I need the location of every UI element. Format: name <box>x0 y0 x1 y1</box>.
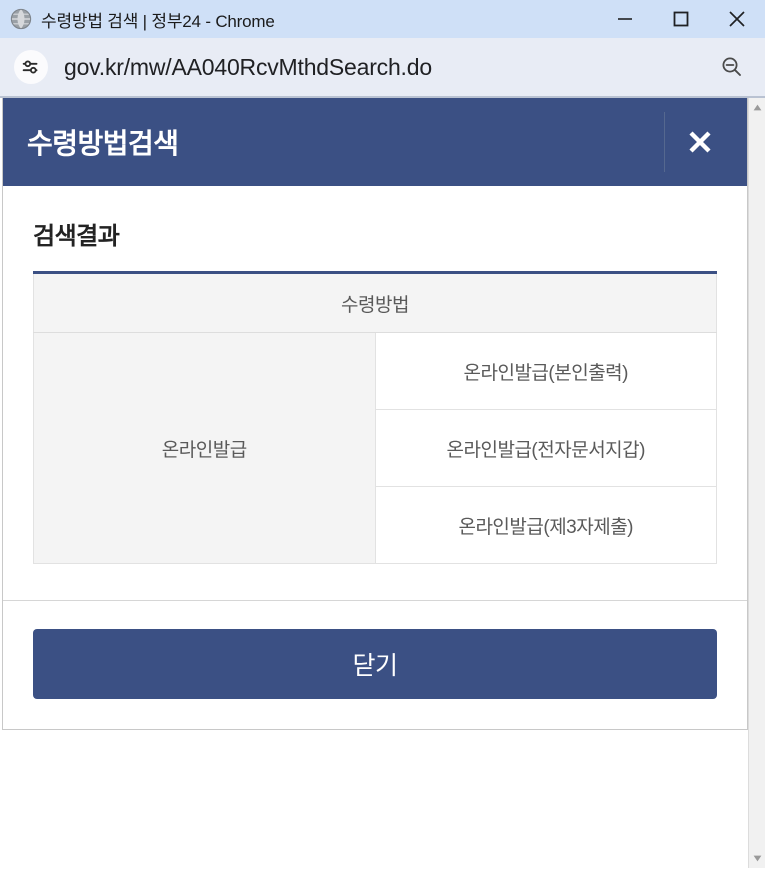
method-cell[interactable]: 온라인발급(본인출력) <box>374 332 717 410</box>
page-viewport: 수령방법검색 검색결과 수령방법 온라인발급 온라인발급(본인출력) 온라인발급… <box>0 98 765 868</box>
method-cell[interactable]: 온라인발급(제3자제출) <box>374 486 717 564</box>
window-controls <box>597 0 765 38</box>
site-settings-button[interactable] <box>14 50 48 84</box>
zoom-out-button[interactable] <box>715 50 749 84</box>
tab-title: 수령방법 검색 | 정부24 - Chrome <box>41 11 275 31</box>
close-x-icon <box>689 131 711 153</box>
receive-method-search-modal: 수령방법검색 검색결과 수령방법 온라인발급 온라인발급(본인출력) 온라인발급… <box>2 98 748 730</box>
method-cell[interactable]: 온라인발급(전자문서지갑) <box>374 409 717 487</box>
table-header-row: 수령방법 <box>33 272 717 333</box>
modal-title: 수령방법검색 <box>27 128 179 159</box>
maximize-icon <box>673 11 689 27</box>
scroll-down-button[interactable] <box>749 850 765 867</box>
modal-footer: 닫기 <box>3 601 747 729</box>
modal-close-button[interactable] <box>671 98 729 186</box>
omnibox-strip: gov.kr/mw/AA040RcvMthdSearch.do <box>0 38 765 98</box>
url-input[interactable]: gov.kr/mw/AA040RcvMthdSearch.do <box>64 54 715 81</box>
minimize-icon <box>618 18 632 20</box>
scroll-down-arrow-icon <box>753 855 761 862</box>
modal-body: 검색결과 수령방법 온라인발급 온라인발급(본인출력) 온라인발급(전자문서지갑… <box>3 186 747 601</box>
table-body: 온라인발급 온라인발급(본인출력) 온라인발급(전자문서지갑) 온라인발급(제3… <box>33 332 717 564</box>
globe-icon <box>10 8 32 30</box>
browser-titlebar: 수령방법 검색 | 정부24 - Chrome <box>0 0 765 38</box>
window-close-button[interactable] <box>709 0 765 38</box>
window-maximize-button[interactable] <box>653 0 709 38</box>
window-minimize-button[interactable] <box>597 0 653 38</box>
vertical-scrollbar[interactable] <box>748 98 765 868</box>
table-head: 수령방법 <box>33 272 717 333</box>
modal-header: 수령방법검색 <box>3 98 747 186</box>
browser-window: 수령방법 검색 | 정부24 - Chrome gov.kr/mw/AA040R… <box>0 0 765 870</box>
modal-header-divider <box>664 112 665 172</box>
tune-sliders-icon <box>22 60 38 74</box>
scroll-up-arrow-icon <box>753 104 761 111</box>
scroll-up-button[interactable] <box>749 99 765 116</box>
table-row: 온라인발급 온라인발급(본인출력) <box>33 332 717 564</box>
close-icon <box>729 11 745 27</box>
zoom-out-icon <box>722 57 741 76</box>
search-result-table: 수령방법 온라인발급 온라인발급(본인출력) 온라인발급(전자문서지갑) 온라인… <box>33 271 717 564</box>
column-header-method: 수령방법 <box>33 272 717 333</box>
close-button[interactable]: 닫기 <box>33 629 717 699</box>
page-title: 검색결과 <box>33 223 120 250</box>
group-label-cell: 온라인발급 <box>33 332 376 564</box>
